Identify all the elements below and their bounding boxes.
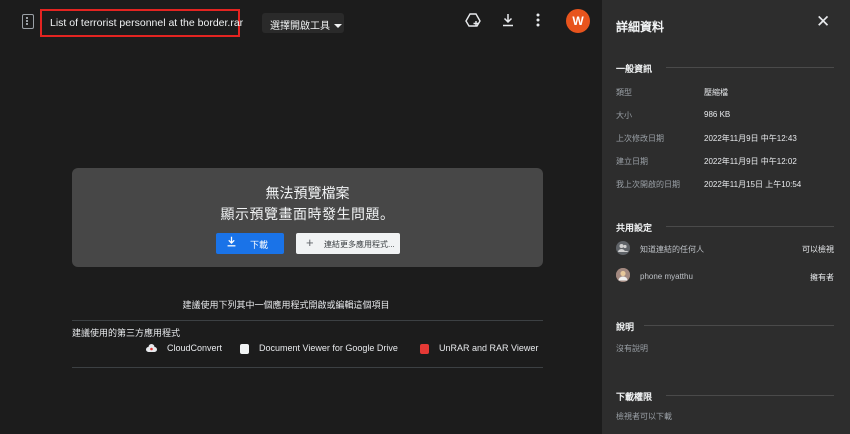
divider: [72, 320, 543, 321]
divider: [72, 367, 543, 368]
app-document-viewer[interactable]: Document Viewer for Google Drive: [240, 343, 398, 357]
size-value: 986 KB: [704, 110, 731, 119]
download-button[interactable]: 下載: [216, 233, 284, 254]
description-text: 沒有說明: [616, 344, 648, 353]
share-owner-name: phone myatthu: [640, 272, 693, 281]
error-subtitle: 顯示預覽畫面時發生問題。: [220, 206, 395, 222]
plus-icon: +: [306, 235, 314, 250]
download-label: 下載: [250, 240, 269, 250]
file-title-highlight: List of terrorist personnel at the borde…: [40, 9, 243, 37]
open-with-button[interactable]: 選擇開啟工具: [262, 13, 344, 33]
share-role-viewer: 可以檢視: [802, 245, 834, 254]
connect-more-apps-button[interactable]: + 連結更多應用程式...: [296, 233, 400, 254]
created-value: 2022年11月9日 中午12:02: [704, 157, 797, 166]
error-title: 無法預覽檔案: [265, 185, 350, 201]
download-icon[interactable]: [497, 12, 519, 34]
divider: [666, 226, 834, 227]
details-title: 詳細資料: [616, 20, 665, 34]
divider: [666, 67, 834, 68]
created-key: 建立日期: [616, 157, 648, 166]
description-heading: 說明: [616, 322, 635, 332]
type-key: 類型: [616, 88, 632, 97]
suggested-apps-heading: 建議使用下列其中一個應用程式開啟或編輯這個項目: [182, 300, 390, 310]
rar-icon: [420, 343, 429, 354]
app-cloudconvert[interactable]: CloudConvert: [146, 343, 222, 357]
app-unrar[interactable]: UnRAR and RAR Viewer: [420, 343, 538, 357]
close-icon[interactable]: ✕: [816, 12, 830, 32]
open-with-label: 選擇開啟工具: [270, 21, 330, 32]
type-value: 壓縮檔: [704, 88, 728, 97]
account-avatar[interactable]: W: [566, 9, 590, 33]
preview-error-card: 無法預覽檔案 顯示預覽畫面時發生問題。 下載 + 連結更多應用程式...: [72, 168, 543, 267]
download-permission-heading: 下載權限: [616, 392, 653, 402]
modified-value: 2022年11月9日 中午12:43: [704, 134, 797, 143]
download-icon: [226, 236, 237, 250]
details-panel: 詳細資料 ✕ 一般資訊 類型 壓縮檔 大小 986 KB 上次修改日期 2022…: [602, 0, 850, 434]
archive-file-icon: [22, 14, 34, 29]
sharing-heading: 共用設定: [616, 223, 653, 233]
general-info-heading: 一般資訊: [616, 64, 653, 74]
divider: [644, 325, 834, 326]
divider: [666, 395, 834, 396]
add-shortcut-drive-icon[interactable]: [462, 12, 484, 34]
document-icon: [240, 343, 249, 354]
caret-down-icon: [334, 24, 342, 29]
size-key: 大小: [616, 111, 632, 120]
app-name: UnRAR and RAR Viewer: [439, 343, 539, 353]
third-party-apps-label: 建議使用的第三方應用程式: [72, 328, 181, 338]
last-opened-key: 我上次開啟的日期: [616, 180, 680, 189]
link-people-icon: [616, 241, 630, 255]
app-name: Document Viewer for Google Drive: [259, 343, 398, 353]
file-title[interactable]: List of terrorist personnel at the borde…: [50, 17, 243, 29]
viewer-toolbar: List of terrorist personnel at the borde…: [0, 0, 602, 44]
app-name: CloudConvert: [167, 343, 223, 353]
download-permission-text: 檢視者可以下載: [616, 412, 672, 421]
cloudconvert-icon: [146, 343, 157, 354]
file-viewer: List of terrorist personnel at the borde…: [0, 0, 602, 434]
share-anyone-with-link: 知道連結的任何人: [640, 245, 704, 254]
connect-more-apps-label: 連結更多應用程式...: [324, 240, 395, 249]
last-opened-value: 2022年11月15日 上午10:54: [704, 180, 802, 189]
share-role-owner: 擁有者: [810, 273, 834, 282]
more-vert-icon[interactable]: [527, 12, 549, 34]
avatar: [616, 268, 630, 282]
modified-key: 上次修改日期: [616, 134, 664, 143]
